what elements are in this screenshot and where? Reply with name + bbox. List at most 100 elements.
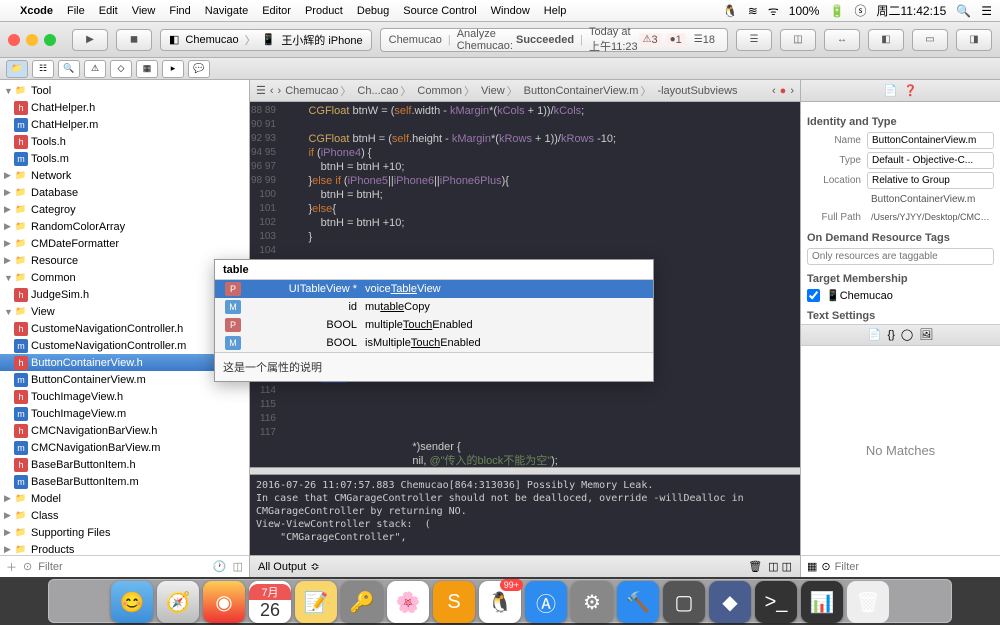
- file-type-dropdown[interactable]: Default - Objective-C...: [867, 152, 994, 169]
- nav-row-touchimageview-h[interactable]: hTouchImageView.h: [0, 388, 249, 405]
- menu-source-control[interactable]: Source Control: [403, 5, 476, 17]
- nav-row-class[interactable]: ▶📁Class: [0, 507, 249, 524]
- report-navigator-tab[interactable]: 💬: [188, 60, 210, 78]
- dock-finder[interactable]: 😊: [111, 581, 153, 623]
- nav-row-cmcnavigationbarview-m[interactable]: mCMCNavigationBarView.m: [0, 439, 249, 456]
- menu-file[interactable]: File: [67, 5, 85, 17]
- nav-row-customenavigationcontroller-m[interactable]: mCustomeNavigationController.m: [0, 337, 249, 354]
- dock-app-orange[interactable]: S: [433, 581, 475, 623]
- menu-window[interactable]: Window: [491, 5, 530, 17]
- editor-mode-standard[interactable]: ☰: [736, 29, 772, 51]
- menu-find[interactable]: Find: [169, 5, 190, 17]
- spotlight-icon[interactable]: 🔍: [956, 4, 971, 18]
- symbol-navigator-tab[interactable]: ☷: [32, 60, 54, 78]
- library-view-toggle[interactable]: ▦: [807, 560, 817, 573]
- menu-navigate[interactable]: Navigate: [205, 5, 248, 17]
- code-snippet-library-tab[interactable]: {}: [888, 329, 895, 341]
- project-navigator-tab[interactable]: 📁: [6, 60, 28, 78]
- file-name-field[interactable]: ButtonContainerView.m: [867, 132, 994, 149]
- run-button[interactable]: ▶: [72, 29, 108, 51]
- nav-row-buttoncontainerview-m[interactable]: mButtonContainerView.m: [0, 371, 249, 388]
- nav-row-touchimageview-m[interactable]: mTouchImageView.m: [0, 405, 249, 422]
- nav-row-buttoncontainerview-h[interactable]: hButtonContainerView.h: [0, 354, 249, 371]
- completion-voiceTableView[interactable]: PUITableView *voiceTableView: [215, 280, 653, 298]
- nav-row-cmdateformatter[interactable]: ▶📁CMDateFormatter: [0, 235, 249, 252]
- window-close-button[interactable]: [8, 34, 20, 46]
- dock-xcode[interactable]: 🔨: [617, 581, 659, 623]
- debug-navigator-tab[interactable]: ▦: [136, 60, 158, 78]
- menu-view[interactable]: View: [132, 5, 156, 17]
- next-issue-button[interactable]: ›: [790, 85, 794, 97]
- nav-row-basebarbuttonitem-h[interactable]: hBaseBarButtonItem.h: [0, 456, 249, 473]
- file-tree[interactable]: ▼📁ToolhChatHelper.hmChatHelper.mhTools.h…: [0, 80, 249, 555]
- debug-splitter[interactable]: [250, 467, 800, 475]
- dock-app-dark[interactable]: ▢: [663, 581, 705, 623]
- related-items-icon[interactable]: ☰: [256, 84, 266, 97]
- debug-console[interactable]: 2016-07-26 11:07:57.883 Chemucao[864:313…: [250, 475, 800, 555]
- back-button[interactable]: ‹: [270, 85, 274, 97]
- nav-row-judgesim-h[interactable]: hJudgeSim.h: [0, 286, 249, 303]
- nav-row-common[interactable]: ▼📁Common: [0, 269, 249, 286]
- console-views-toggle[interactable]: ◫ ◫: [768, 560, 792, 573]
- issue-indicator-icon[interactable]: ●: [780, 85, 787, 97]
- prev-issue-button[interactable]: ‹: [772, 85, 776, 97]
- notification-center-icon[interactable]: ☰: [981, 4, 992, 18]
- navigator-filter-input[interactable]: [38, 561, 207, 573]
- nav-row-chathelper-m[interactable]: mChatHelper.m: [0, 116, 249, 133]
- issue-navigator-tab[interactable]: ⚠: [84, 60, 106, 78]
- window-zoom-button[interactable]: [44, 34, 56, 46]
- errors-badge[interactable]: ● 1: [666, 33, 686, 47]
- nav-row-resource[interactable]: ▶📁Resource: [0, 252, 249, 269]
- network-icon[interactable]: ≋: [748, 4, 758, 18]
- nav-row-customenavigationcontroller-h[interactable]: hCustomeNavigationController.h: [0, 320, 249, 337]
- menu-product[interactable]: Product: [305, 5, 343, 17]
- menu-debug[interactable]: Debug: [357, 5, 389, 17]
- console-filter-dropdown[interactable]: All Output: [258, 561, 306, 573]
- status-icon[interactable]: 🐧: [723, 4, 738, 18]
- dock-system-preferences[interactable]: ⚙: [571, 581, 613, 623]
- menu-help[interactable]: Help: [544, 5, 567, 17]
- dock-app-blue[interactable]: ◆: [709, 581, 751, 623]
- location-dropdown[interactable]: Relative to Group: [867, 172, 994, 189]
- stop-button[interactable]: ◼: [116, 29, 152, 51]
- toggle-debug[interactable]: ▭: [912, 29, 948, 51]
- file-inspector-tab[interactable]: 📄: [884, 84, 898, 97]
- completion-isMultipleTouchEnabled[interactable]: MBOOLisMultipleTouchEnabled: [215, 334, 653, 352]
- tags-field[interactable]: [807, 248, 994, 265]
- issues-badge[interactable]: ☰ 18: [690, 33, 719, 47]
- battery-icon[interactable]: 🔋: [829, 4, 844, 18]
- completion-multipleTouchEnabled[interactable]: PBOOLmultipleTouchEnabled: [215, 316, 653, 334]
- forward-button[interactable]: ›: [278, 85, 282, 97]
- dock-calendar[interactable]: 7月26: [249, 581, 291, 623]
- input-source-icon[interactable]: ⓢ: [854, 2, 866, 19]
- nav-row-randomcolorarray[interactable]: ▶📁RandomColorArray: [0, 218, 249, 235]
- dock-chrome[interactable]: ◉: [203, 581, 245, 623]
- quick-help-tab[interactable]: ❓: [904, 84, 918, 97]
- dock-activity-monitor[interactable]: 📊: [801, 581, 843, 623]
- add-button[interactable]: ＋: [6, 559, 17, 575]
- nav-row-tools-h[interactable]: hTools.h: [0, 133, 249, 150]
- media-library-tab[interactable]: 🖼: [919, 328, 933, 341]
- editor-mode-version[interactable]: ↔: [824, 29, 860, 51]
- clock[interactable]: 周二11:42:15: [876, 2, 946, 19]
- nav-row-model[interactable]: ▶📁Model: [0, 490, 249, 507]
- nav-row-tool[interactable]: ▼📁Tool: [0, 82, 249, 99]
- menu-edit[interactable]: Edit: [99, 5, 118, 17]
- dock-keychain[interactable]: 🔑: [341, 581, 383, 623]
- scm-filter-icon[interactable]: ◫: [233, 560, 243, 573]
- completion-mutableCopy[interactable]: MidmutableCopy: [215, 298, 653, 316]
- test-navigator-tab[interactable]: ◇: [110, 60, 132, 78]
- library-filter-input[interactable]: [835, 561, 994, 573]
- breakpoint-navigator-tab[interactable]: ▸: [162, 60, 184, 78]
- target-checkbox[interactable]: [807, 289, 820, 302]
- file-template-library-tab[interactable]: 📄: [868, 328, 882, 341]
- window-minimize-button[interactable]: [26, 34, 38, 46]
- nav-row-view[interactable]: ▼📁View: [0, 303, 249, 320]
- dock-safari[interactable]: 🧭: [157, 581, 199, 623]
- jump-bar[interactable]: ☰ ‹ › Chemucao〉 Ch...cao〉 Common〉 View〉 …: [250, 80, 800, 102]
- dock-terminal[interactable]: >_: [755, 581, 797, 623]
- dock-qq[interactable]: 🐧99+: [479, 581, 521, 623]
- nav-row-products[interactable]: ▶📁Products: [0, 541, 249, 555]
- wifi-icon[interactable]: ᯤ: [768, 2, 779, 19]
- nav-row-network[interactable]: ▶📁Network: [0, 167, 249, 184]
